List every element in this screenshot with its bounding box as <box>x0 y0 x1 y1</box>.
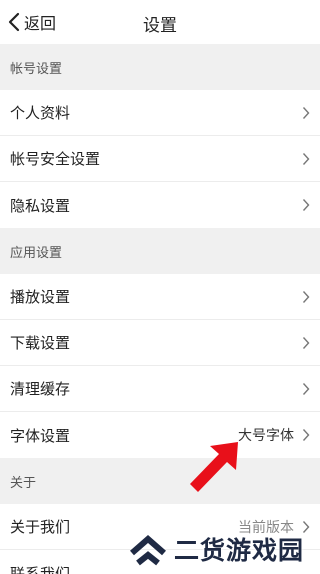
watermark-text: 二货游戏园 <box>174 536 305 565</box>
section-header-app: 应用设置 <box>0 228 320 274</box>
row-label: 下载设置 <box>10 334 71 352</box>
settings-screen: 返回 设置 帐号设置 个人资料 帐号安全设置 隐私设置 应用设置 播放设置 下载… <box>0 0 320 574</box>
page-title: 设置 <box>143 16 177 36</box>
red-arrow-icon <box>190 442 238 492</box>
chevron-right-icon <box>302 337 310 349</box>
row-label: 隐私设置 <box>10 196 71 215</box>
row-label: 字体设置 <box>10 426 71 445</box>
section-header-account: 帐号设置 <box>0 44 320 90</box>
settings-row-account-security[interactable]: 帐号安全设置 <box>0 136 320 182</box>
settings-row-privacy[interactable]: 隐私设置 <box>0 182 320 228</box>
font-size-value: 大号字体 <box>238 428 294 444</box>
row-label: 关于我们 <box>10 518 71 536</box>
chevron-right-icon <box>302 153 310 165</box>
row-label: 清理缓存 <box>10 380 71 398</box>
double-chevron-up-logo <box>130 535 166 566</box>
settings-row-font[interactable]: 字体设置 大号字体 <box>0 412 320 458</box>
row-label: 个人资料 <box>10 104 71 122</box>
settings-row-profile[interactable]: 个人资料 <box>0 90 320 136</box>
chevron-right-icon <box>302 383 310 395</box>
row-label: 播放设置 <box>10 288 71 306</box>
chevron-right-icon <box>302 291 310 303</box>
watermark: 二货游戏园 <box>128 528 318 570</box>
row-label: 联系我们 <box>10 564 71 574</box>
chevron-right-icon <box>302 107 310 119</box>
chevron-right-icon <box>302 199 310 211</box>
settings-row-playback[interactable]: 播放设置 <box>0 274 320 320</box>
navigation-bar: 返回 设置 <box>0 0 320 44</box>
chevron-right-icon <box>302 429 310 441</box>
settings-row-clear-cache[interactable]: 清理缓存 <box>0 366 320 412</box>
settings-row-download[interactable]: 下载设置 <box>0 320 320 366</box>
section-header-about: 关于 <box>0 458 320 504</box>
row-label: 帐号安全设置 <box>10 150 101 168</box>
